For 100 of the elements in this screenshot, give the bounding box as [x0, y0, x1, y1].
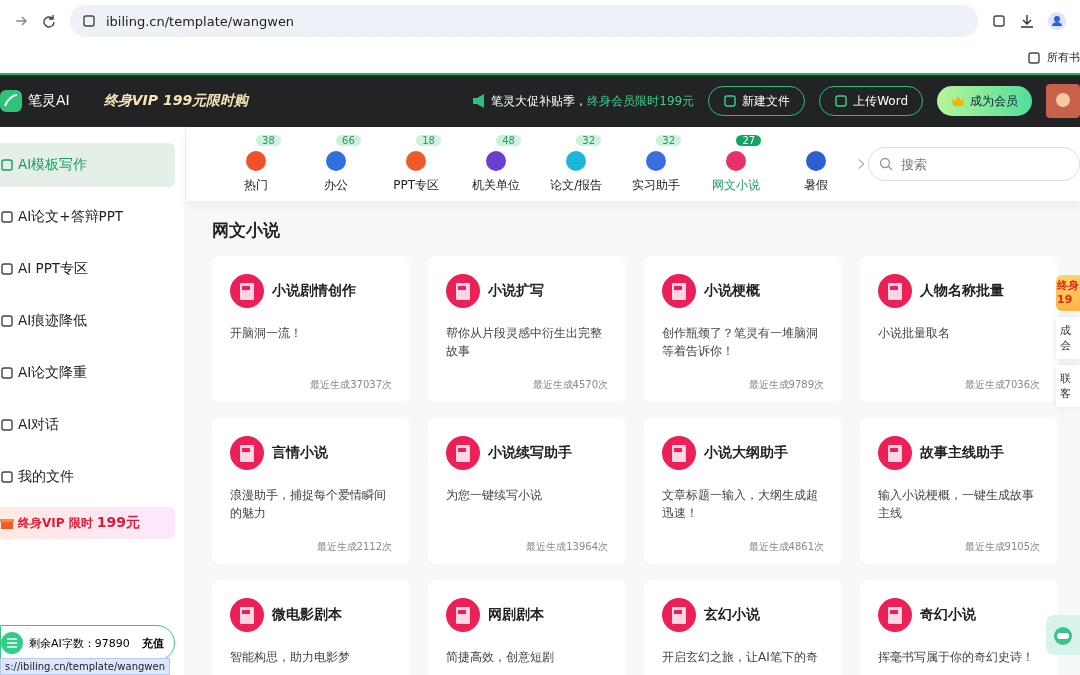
- template-card[interactable]: 小说大纲助手 文章标题一输入，大纲生成超迅速！ 最近生成4861次: [644, 418, 842, 564]
- book-icon: [662, 274, 696, 308]
- search-icon: [878, 157, 893, 171]
- forward-arrow-icon[interactable]: [14, 14, 28, 28]
- usage-count: 最近生成13964次: [525, 540, 608, 554]
- usage-count: 最近生成2112次: [315, 540, 392, 554]
- card-title: 小说续写助手: [488, 444, 572, 462]
- usage-count: 最近生成9789次: [747, 378, 824, 392]
- card-title: 故事主线助手: [920, 444, 1004, 462]
- template-card[interactable]: 小说梗概 创作瓶颈了？笔灵有一堆脑洞等着告诉你！ 最近生成9789次: [644, 256, 842, 402]
- notice-text: 笔灵大促补贴季，终身会员限时199元: [491, 92, 695, 110]
- book-icon: [230, 598, 264, 632]
- book-icon: [878, 598, 912, 632]
- url-text: ibiling.cn/template/wangwen: [106, 13, 295, 29]
- book-icon: [878, 274, 912, 308]
- chevron-right-icon[interactable]: [856, 158, 864, 170]
- recharge-link[interactable]: 充值: [142, 635, 164, 651]
- template-card[interactable]: 小说扩写 帮你从片段灵感中衍生出完整故事 最近生成4570次: [428, 256, 626, 402]
- card-title: 玄幻小说: [704, 606, 760, 624]
- category-tab[interactable]: 18 PPT专区: [376, 134, 457, 194]
- sidebar-item[interactable]: AI痕迹降低: [0, 299, 175, 343]
- book-icon: [878, 436, 912, 470]
- category-tab[interactable]: 48 机关单位: [456, 134, 537, 194]
- reload-icon[interactable]: [42, 14, 56, 28]
- avatar[interactable]: [1046, 84, 1080, 118]
- template-card[interactable]: 言情小说 浪漫助手，捕捉每个爱情瞬间的魅力 最近生成2112次: [212, 418, 410, 564]
- download-icon[interactable]: [1020, 14, 1034, 28]
- usage-count: 最近生成37037次: [309, 378, 392, 392]
- book-icon: [230, 274, 264, 308]
- card-description: 简捷高效，创意短剧: [446, 649, 555, 666]
- template-card[interactable]: 小说续写助手 为您一键续写小说 最近生成13964次: [428, 418, 626, 564]
- template-card[interactable]: 小说剧情创作 开脑洞一流！ 最近生成37037次: [212, 256, 410, 402]
- usage-count: 最近生成7036次: [963, 378, 1040, 392]
- vip-promo-banner[interactable]: 终身VIP 199元限时购: [93, 86, 259, 116]
- card-title: 小说剧情创作: [272, 282, 356, 300]
- bookmark-folder[interactable]: 所有书: [1047, 50, 1080, 65]
- template-card[interactable]: 玄幻小说 开启玄幻之旅，让AI笔下的奇: [644, 580, 842, 675]
- search-input[interactable]: 搜索: [898, 155, 1069, 173]
- card-description: 浪漫助手，捕捉每个爱情瞬间的魅力: [230, 487, 387, 522]
- card-description: 输入小说梗概，一键生成故事主线: [878, 487, 1035, 522]
- category-tab[interactable]: 32 论文/报告: [536, 134, 617, 194]
- card-title: 小说大纲助手: [704, 444, 788, 462]
- card-description: 为您一键续写小说: [446, 487, 543, 504]
- book-icon: [446, 436, 480, 470]
- count-badge: 38: [256, 134, 281, 146]
- card-title: 微电影剧本: [272, 606, 342, 624]
- sidebar-item[interactable]: AI PPT专区: [0, 247, 175, 291]
- address-bar[interactable]: ibiling.cn/template/wangwen: [70, 5, 978, 37]
- card-title: 小说梗概: [704, 282, 760, 300]
- section-title: 网文小说: [212, 219, 281, 242]
- count-badge: 27: [736, 134, 762, 146]
- logo-icon: [0, 90, 22, 112]
- sidebar-item[interactable]: 我的文件: [0, 455, 175, 499]
- card-title: 小说扩写: [488, 282, 544, 300]
- template-card[interactable]: 人物名称批量 小说批量取名 最近生成7036次: [860, 256, 1058, 402]
- card-title: 网剧剧本: [488, 606, 544, 624]
- count-badge: 32: [576, 134, 601, 146]
- logo-text: 笔灵AI: [28, 92, 70, 110]
- card-title: 言情小说: [272, 444, 328, 462]
- book-icon: [662, 436, 696, 470]
- usage-count: 最近生成4570次: [531, 378, 608, 392]
- category-tab[interactable]: 32 实习助手: [616, 134, 697, 194]
- vip-offer[interactable]: 终身VIP 限时 199元: [0, 507, 175, 539]
- count-badge: 48: [496, 134, 521, 146]
- category-tab[interactable]: 暑假: [776, 134, 857, 194]
- float-menu-item[interactable]: 成 会: [1056, 317, 1080, 359]
- card-description: 帮你从片段灵感中衍生出完整故事: [446, 325, 603, 360]
- link-status-bar: s://ibiling.cn/template/wangwen: [0, 658, 171, 675]
- gift-icon: [0, 516, 14, 530]
- category-tab[interactable]: 66 办公: [296, 134, 377, 194]
- card-title: 奇幻小说: [920, 606, 976, 624]
- usage-count: 最近生成4861次: [747, 540, 824, 554]
- template-card[interactable]: 奇幻小说 挥毫书写属于你的奇幻史诗！: [860, 580, 1058, 675]
- megaphone-icon: [473, 94, 486, 108]
- crown-icon: [951, 95, 965, 107]
- template-card[interactable]: 网剧剧本 简捷高效，创意短剧: [428, 580, 626, 675]
- sidebar-item[interactable]: AI论文+答辩PPT: [0, 195, 175, 239]
- usage-count: 最近生成9105次: [963, 540, 1040, 554]
- count-badge: 32: [656, 134, 682, 146]
- template-card[interactable]: 微电影剧本 智能构思，助力电影梦: [212, 580, 410, 675]
- card-description: 开脑洞一流！: [230, 325, 303, 342]
- book-icon: [446, 274, 480, 308]
- card-description: 文章标题一输入，大纲生成超迅速！: [662, 487, 819, 522]
- card-title: 人物名称批量: [920, 282, 1004, 300]
- book-icon: [662, 598, 696, 632]
- float-menu-item[interactable]: 联 客: [1056, 365, 1080, 407]
- template-card[interactable]: 故事主线助手 输入小说梗概，一键生成故事主线 最近生成9105次: [860, 418, 1058, 564]
- book-icon: [446, 598, 480, 632]
- card-description: 创作瓶颈了？笔灵有一堆脑洞等着告诉你！: [662, 325, 819, 360]
- card-description: 挥毫书写属于你的奇幻史诗！: [878, 649, 1035, 666]
- category-tab[interactable]: 38 热门: [216, 134, 297, 194]
- card-description: 开启玄幻之旅，让AI笔下的奇: [662, 649, 819, 666]
- category-tab[interactable]: 27 网文小说: [696, 134, 777, 194]
- membership-button[interactable]: 成为会员: [937, 86, 1032, 116]
- card-description: 小说批量取名: [878, 325, 951, 342]
- credits-text: 剩余AI字数：97890: [29, 635, 130, 651]
- sidebar-item[interactable]: AI对话: [0, 403, 175, 447]
- card-description: 智能构思，助力电影梦: [230, 649, 351, 666]
- profile-icon[interactable]: [1048, 12, 1066, 30]
- sidebar-item[interactable]: AI论文降重: [0, 351, 175, 395]
